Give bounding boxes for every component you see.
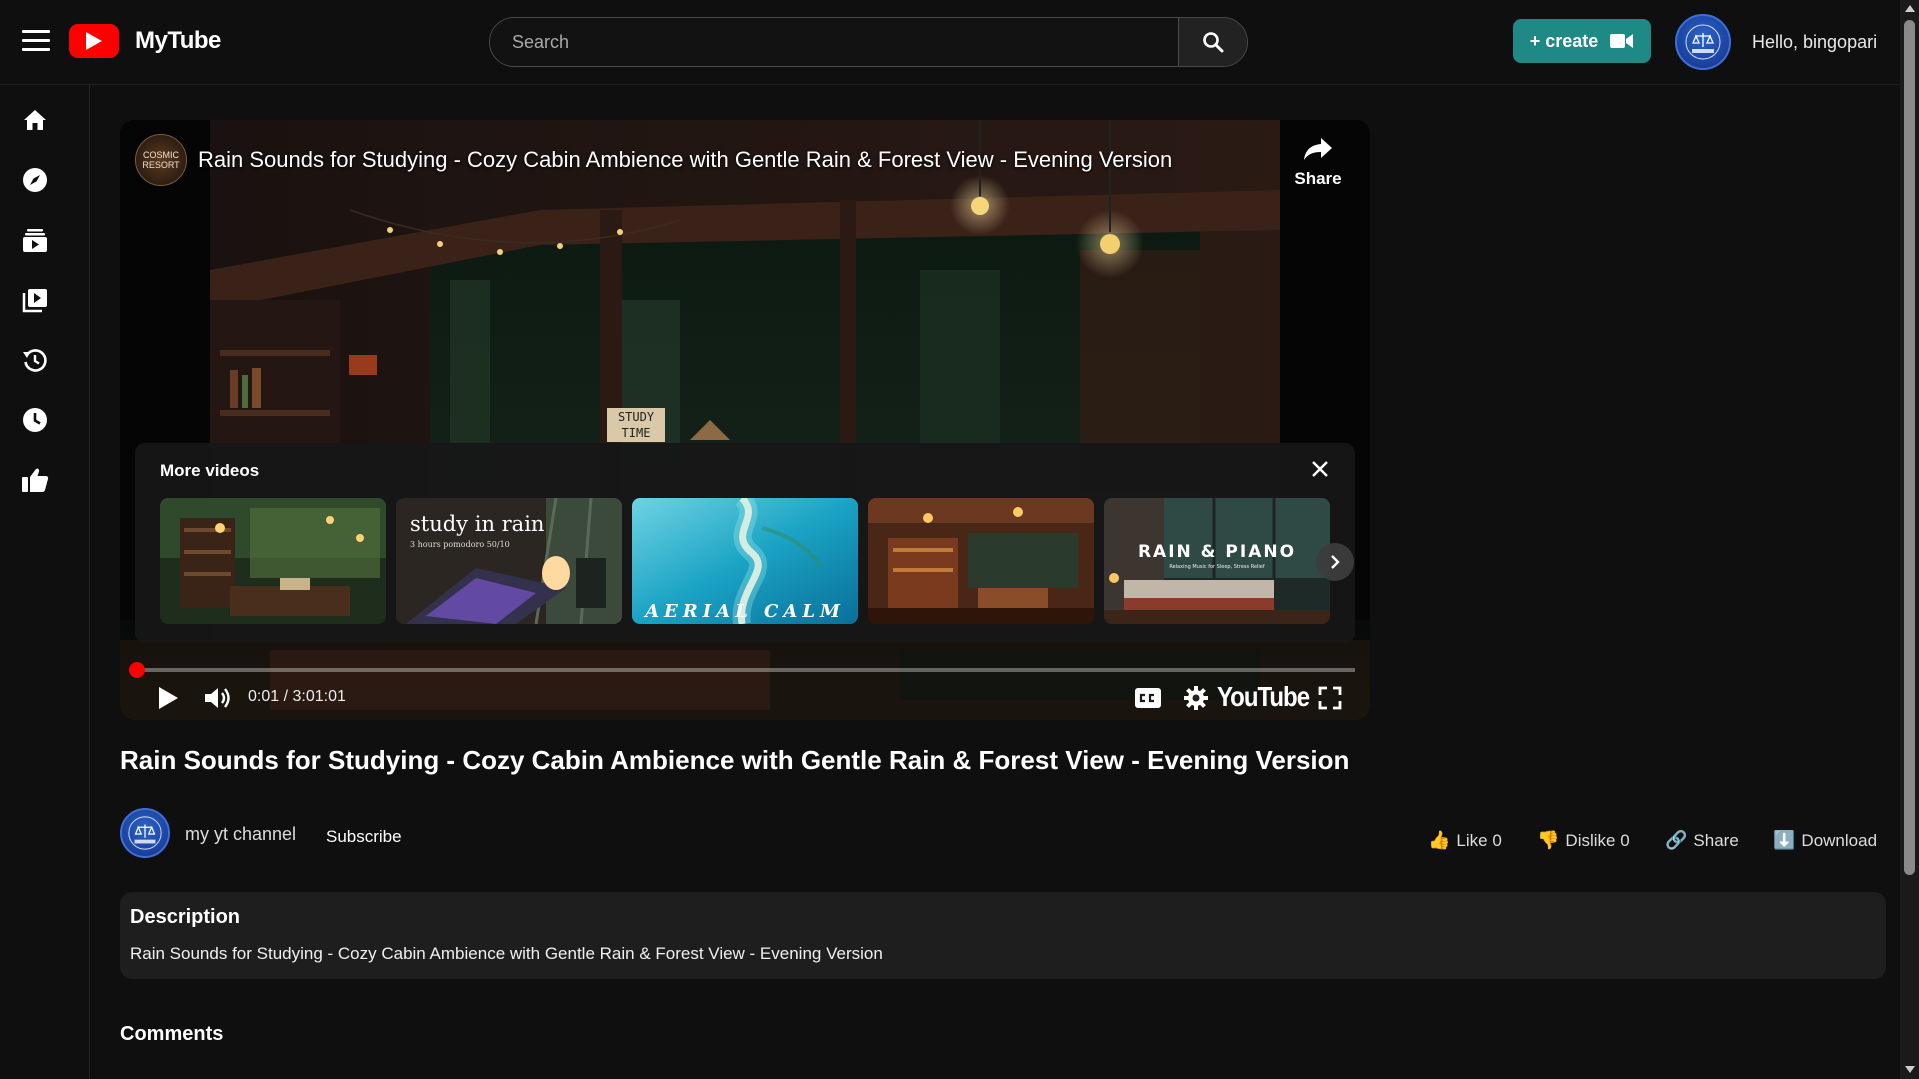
progress-bar[interactable] (129, 662, 1355, 678)
captions-button[interactable] (1130, 680, 1166, 716)
more-videos-panel: More videos study in rain 3 hours pomodo… (135, 443, 1355, 643)
library-icon[interactable] (20, 285, 50, 315)
crest-icon (128, 816, 162, 850)
create-button[interactable]: + create (1513, 19, 1651, 63)
app-name: MyTube (135, 27, 221, 54)
thumbs-down-icon: 👎 (1537, 830, 1560, 850)
channel-name[interactable]: my yt channel (185, 824, 296, 845)
comments-heading: Comments (120, 1023, 224, 1045)
more-video-thumbnail[interactable] (868, 498, 1094, 624)
share-button[interactable]: 🔗 Share (1665, 830, 1739, 851)
play-icon (159, 687, 178, 709)
youtube-brand-link[interactable]: YouTube (1217, 680, 1310, 716)
dislike-button[interactable]: 👎 Dislike 0 (1537, 830, 1630, 851)
share-label: Share (1693, 830, 1739, 850)
progress-scrubber[interactable] (129, 662, 146, 678)
scroll-up-arrow-icon[interactable] (1905, 5, 1915, 12)
next-videos-button[interactable] (1316, 543, 1354, 581)
thumbnail-title: study in rain (410, 512, 545, 536)
play-logo-icon (69, 24, 119, 58)
compass-icon[interactable] (20, 165, 50, 195)
more-video-thumbnail[interactable] (160, 498, 386, 624)
search-bar (489, 17, 1248, 67)
more-video-thumbnail[interactable]: AERIAL CALM (632, 498, 858, 624)
page-scrollbar[interactable] (1900, 0, 1919, 1079)
logo[interactable]: MyTube (69, 24, 221, 58)
close-icon[interactable] (1310, 459, 1330, 479)
thumbnail-title: AERIAL CALM (645, 601, 845, 622)
crest-icon (1685, 24, 1721, 60)
youtube-wordmark: YouTube (1216, 681, 1310, 713)
scene-sign-line1: STUDY (618, 410, 655, 424)
description-panel: Description Rain Sounds for Studying - C… (120, 892, 1886, 979)
sidebar (0, 85, 90, 1079)
thumbnail-subtitle: Relaxing Music for Sleep, Stress Relief (1169, 564, 1265, 570)
dislike-label: Dislike 0 (1565, 830, 1630, 850)
volume-icon (205, 688, 230, 708)
description-text: Rain Sounds for Studying - Cozy Cabin Am… (130, 944, 883, 963)
play-button[interactable] (150, 680, 186, 716)
thumbnail-title: RAIN & PIANO (1137, 542, 1297, 562)
channel-avatar[interactable] (120, 808, 170, 858)
more-video-thumbnail[interactable]: study in rain 3 hours pomodoro 50/10 (396, 498, 622, 624)
create-label: + create (1529, 30, 1599, 51)
fullscreen-button[interactable] (1312, 680, 1348, 716)
description-heading: Description (130, 906, 241, 928)
user-greeting: Hello, bingopari (1752, 32, 1878, 52)
scroll-down-arrow-icon[interactable] (1905, 1066, 1915, 1073)
scene-sign-line2: TIME (622, 426, 651, 440)
fullscreen-icon (1318, 686, 1342, 710)
subscribe-button[interactable]: Subscribe (326, 827, 402, 847)
time-display: 0:01 / 3:01:01 (248, 688, 346, 705)
volume-button[interactable] (200, 680, 236, 716)
home-icon[interactable] (20, 105, 50, 135)
video-player[interactable]: STUDY TIME COSMIC RESORT Rain Sounds for… (120, 120, 1370, 720)
history-icon[interactable] (20, 345, 50, 375)
player-channel-avatar[interactable]: COSMIC RESORT (135, 134, 187, 186)
settings-button[interactable] (1178, 680, 1214, 716)
download-button[interactable]: ⬇️ Download (1773, 830, 1877, 851)
video-camera-icon (1610, 34, 1634, 48)
player-share-label: Share (1294, 169, 1342, 188)
video-title: Rain Sounds for Studying - Cozy Cabin Am… (120, 745, 1350, 775)
watch-later-icon[interactable] (20, 405, 50, 435)
top-bar: MyTube + create Hello, bingopari (0, 0, 1900, 85)
chevron-right-icon (1331, 555, 1340, 569)
thumbs-up-icon: 👍 (1428, 830, 1451, 850)
subscriptions-icon[interactable] (20, 225, 50, 255)
thumbnail-subtitle: 3 hours pomodoro 50/10 (410, 540, 510, 549)
closed-captions-icon (1135, 688, 1161, 708)
download-icon: ⬇️ (1773, 830, 1796, 850)
search-button[interactable] (1178, 18, 1247, 66)
download-label: Download (1801, 830, 1878, 850)
menu-icon[interactable] (22, 30, 50, 52)
more-video-thumbnail[interactable]: RAIN & PIANO Relaxing Music for Sleep, S… (1104, 498, 1330, 624)
link-icon: 🔗 (1665, 830, 1688, 850)
user-avatar[interactable] (1675, 14, 1731, 70)
more-videos-title: More videos (160, 461, 260, 480)
like-label: Like 0 (1456, 830, 1502, 850)
search-icon (1203, 32, 1224, 53)
player-share-button[interactable]: Share (1288, 136, 1348, 189)
liked-videos-icon[interactable] (20, 465, 50, 495)
share-arrow-icon (1304, 138, 1332, 160)
scrollbar-thumb[interactable] (1904, 20, 1915, 875)
like-button[interactable]: 👍 Like 0 (1428, 830, 1502, 851)
gear-icon (1184, 686, 1208, 710)
player-overlay-title[interactable]: Rain Sounds for Studying - Cozy Cabin Am… (198, 147, 1172, 173)
search-input[interactable] (490, 18, 1178, 66)
